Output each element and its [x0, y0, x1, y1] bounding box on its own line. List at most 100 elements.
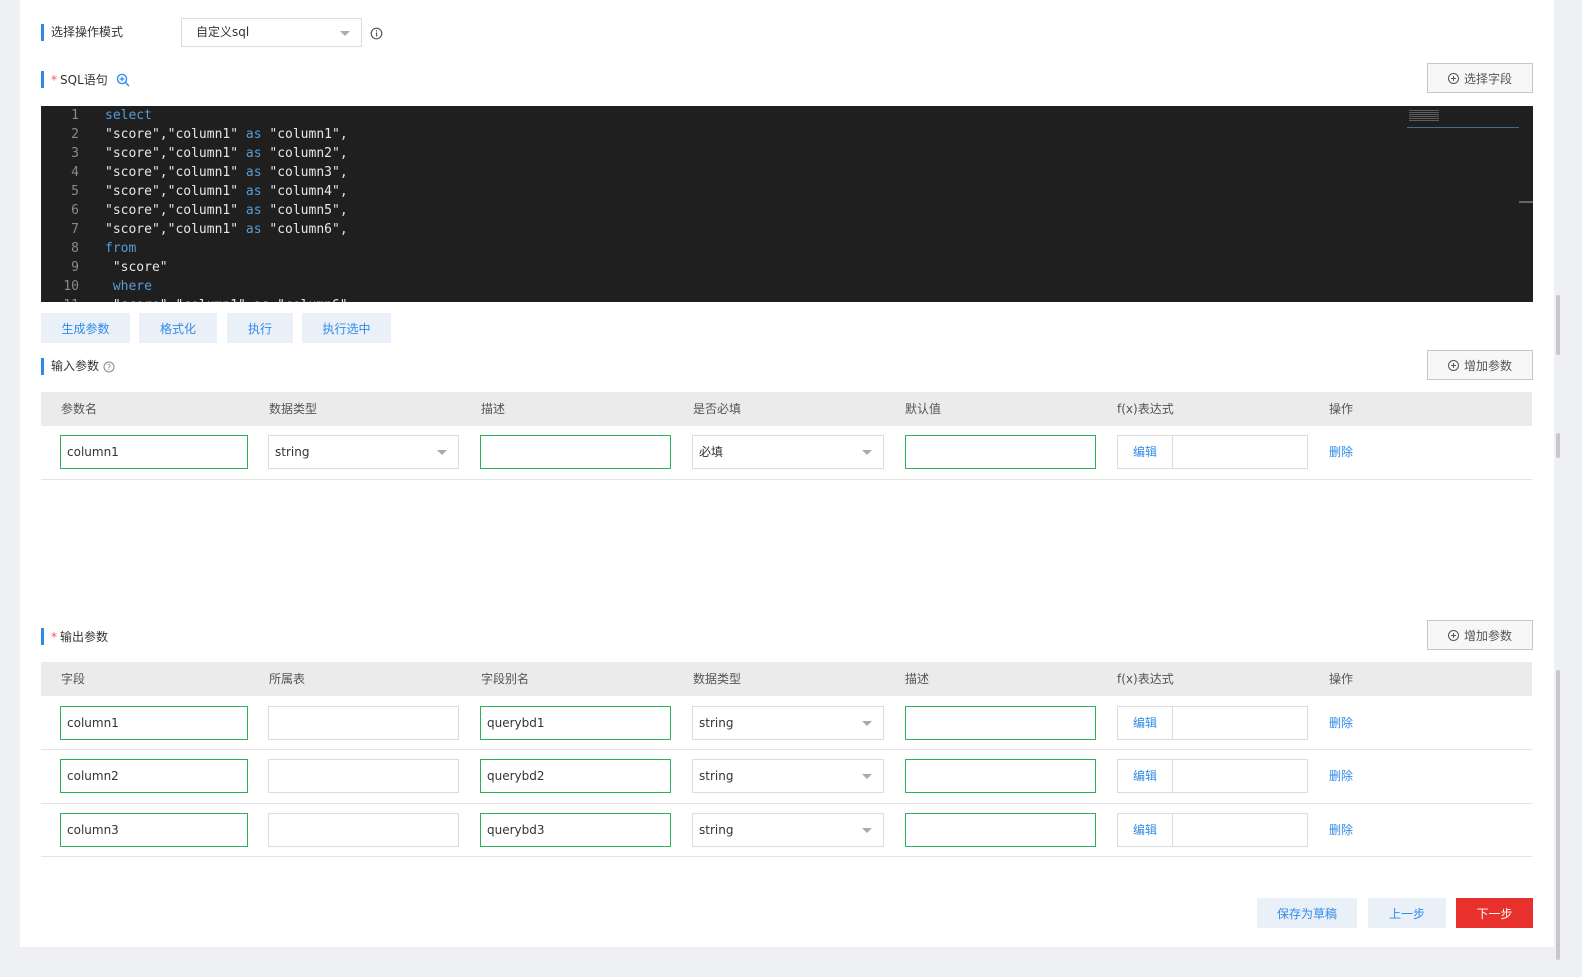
line-number: 3 — [71, 146, 79, 161]
col-header: 字段别名 — [481, 672, 530, 686]
data-type-select[interactable]: string — [268, 435, 459, 469]
code-minimap[interactable] — [1407, 108, 1519, 128]
delete-link[interactable]: 删除 — [1329, 706, 1353, 740]
col-header: 操作 — [1329, 672, 1354, 686]
execute-button[interactable]: 执行 — [227, 313, 293, 343]
table-input[interactable] — [268, 813, 459, 847]
code-text: "score" — [105, 260, 168, 275]
section-marker — [41, 71, 44, 88]
scrollbar-thumb[interactable] — [1556, 433, 1560, 458]
alias-input[interactable]: querybd2 — [480, 759, 671, 793]
zoom-in-icon[interactable] — [116, 73, 130, 87]
col-header: 是否必填 — [693, 402, 742, 416]
param-name-input[interactable]: column1 — [60, 435, 248, 469]
chevron-down-icon — [862, 721, 872, 726]
description-input[interactable] — [480, 435, 671, 469]
col-header: 字段 — [61, 672, 86, 686]
code-text: "score","column1" as "column3", — [105, 165, 348, 180]
delete-link[interactable]: 删除 — [1329, 759, 1353, 793]
line-number: 11 — [41, 296, 79, 302]
description-input[interactable] — [905, 813, 1096, 847]
delete-link[interactable]: 删除 — [1329, 435, 1353, 469]
col-header: f(x)表达式 — [1117, 672, 1174, 686]
col-header: 数据类型 — [693, 672, 742, 686]
form-panel: 选择操作模式 自定义sql * SQL语句 选择字段 1 select 2 "score… — [20, 0, 1554, 947]
col-header: 描述 — [481, 402, 506, 416]
sql-editor[interactable]: 1 select 2 "score","column1" as "column1", 3… — [41, 106, 1533, 302]
chevron-down-icon — [862, 450, 872, 455]
mode-select[interactable]: 自定义sql — [181, 18, 362, 47]
code-line: 8 from — [41, 239, 1501, 258]
table-input[interactable] — [268, 759, 459, 793]
page-scrollbar[interactable] — [1554, 0, 1564, 977]
chevron-down-icon — [862, 828, 872, 833]
field-input[interactable]: column2 — [60, 759, 248, 793]
fx-edit-button[interactable]: 编辑 — [1118, 760, 1173, 792]
required-select[interactable]: 必填 — [692, 435, 884, 469]
description-input[interactable] — [905, 706, 1096, 740]
line-number: 1 — [71, 108, 79, 123]
plus-circle-icon — [1447, 72, 1459, 84]
code-text: "score","column1" as "column5", — [105, 203, 348, 218]
scrollbar-thumb[interactable] — [1556, 295, 1560, 355]
generate-params-button[interactable]: 生成参数 — [41, 313, 130, 343]
line-number: 8 — [71, 241, 79, 256]
code-text: "score","column1" as "column4", — [105, 184, 348, 199]
code-line: 4 "score","column1" as "column3", — [41, 163, 1501, 182]
format-button[interactable]: 格式化 — [139, 313, 217, 343]
col-header: 操作 — [1329, 402, 1354, 416]
line-number: 2 — [71, 127, 79, 142]
add-input-param-button[interactable]: 增加参数 — [1427, 350, 1533, 380]
field-input[interactable]: column3 — [60, 813, 248, 847]
delete-link[interactable]: 删除 — [1329, 813, 1353, 847]
alias-input[interactable]: querybd3 — [480, 813, 671, 847]
output-params-header: 字段 所属表 字段别名 数据类型 描述 f(x)表达式 操作 — [41, 662, 1532, 696]
line-number: 10 — [63, 279, 79, 294]
code-line: 1 select — [41, 106, 1501, 125]
help-icon[interactable]: ? — [103, 361, 115, 373]
code-text: "score","column1" as "column6" — [105, 296, 348, 302]
save-draft-button[interactable]: 保存为草稿 — [1257, 898, 1357, 928]
execute-selected-button[interactable]: 执行选中 — [302, 313, 391, 343]
fx-expression-field: 编辑 — [1117, 813, 1308, 847]
fx-edit-button[interactable]: 编辑 — [1118, 707, 1173, 739]
section-marker — [41, 24, 44, 41]
fx-edit-button[interactable]: 编辑 — [1118, 436, 1173, 468]
code-line: 3 "score","column1" as "column2", — [41, 144, 1501, 163]
prev-step-button[interactable]: 上一步 — [1368, 898, 1446, 928]
code-line: 9 "score" — [41, 258, 1501, 277]
data-type-select[interactable]: string — [692, 759, 884, 793]
add-output-param-button[interactable]: 增加参数 — [1427, 620, 1533, 650]
field-input[interactable]: column1 — [60, 706, 248, 740]
code-text: "score","column1" as "column6", — [105, 222, 348, 237]
data-type-select[interactable]: string — [692, 813, 884, 847]
svg-text:?: ? — [107, 363, 111, 372]
description-input[interactable] — [905, 759, 1096, 793]
chevron-down-icon — [862, 774, 872, 779]
table-input[interactable] — [268, 706, 459, 740]
code-line: 2 "score","column1" as "column1", — [41, 125, 1501, 144]
next-step-button[interactable]: 下一步 — [1456, 898, 1533, 928]
code-line: 6 "score","column1" as "column5", — [41, 201, 1501, 220]
code-text: "score","column1" as "column2", — [105, 146, 348, 161]
code-text: from — [105, 241, 137, 256]
section-marker — [41, 358, 44, 375]
col-header: f(x)表达式 — [1117, 402, 1174, 416]
col-header: 默认值 — [905, 402, 942, 416]
alias-input[interactable]: querybd1 — [480, 706, 671, 740]
fx-expression-field: 编辑 — [1117, 759, 1308, 793]
col-header: 参数名 — [61, 402, 98, 416]
code-line: 7 "score","column1" as "column6", — [41, 220, 1501, 239]
col-header: 数据类型 — [269, 402, 318, 416]
output-params-title: * 输出参数 — [51, 630, 109, 644]
info-icon[interactable] — [370, 27, 383, 40]
row-divider — [41, 856, 1532, 857]
code-line: 5 "score","column1" as "column4", — [41, 182, 1501, 201]
fx-edit-button[interactable]: 编辑 — [1118, 814, 1173, 846]
col-header: 所属表 — [269, 672, 306, 686]
chevron-down-icon — [437, 450, 447, 455]
scrollbar-thumb[interactable] — [1556, 670, 1560, 960]
data-type-select[interactable]: string — [692, 706, 884, 740]
default-value-input[interactable] — [905, 435, 1096, 469]
choose-field-button[interactable]: 选择字段 — [1427, 63, 1533, 93]
